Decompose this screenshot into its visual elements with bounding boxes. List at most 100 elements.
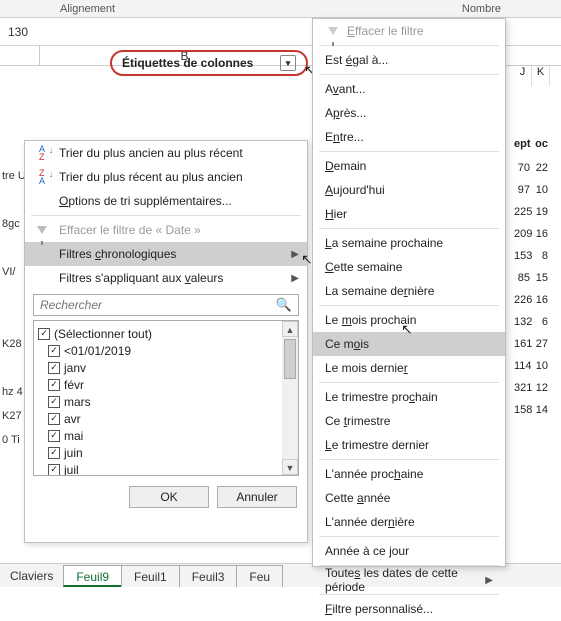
submenu-last-quarter[interactable]: Le trimestre dernier xyxy=(313,433,505,457)
row-header-gutter xyxy=(0,46,40,65)
tree-checkbox-item[interactable]: ✓ févr xyxy=(48,376,294,393)
submenu-this-quarter[interactable]: Ce trimestre xyxy=(313,409,505,433)
column-labels-text: Étiquettes de colonnes xyxy=(122,56,253,70)
checkbox-icon[interactable]: ✓ xyxy=(48,362,60,374)
tree-checkbox-item[interactable]: ✓janv xyxy=(48,359,294,376)
row-label-fragment xyxy=(0,356,24,380)
sheet-tab-active[interactable]: Feuil9 xyxy=(63,565,122,587)
data-row: 15814 xyxy=(514,404,550,426)
submenu-yesterday[interactable]: Hier xyxy=(313,202,505,226)
filter-values-tree[interactable]: ✓(Sélectionner tout)✓<01/01/2019✓janv✓fé… xyxy=(33,320,299,476)
sort-ascending[interactable]: AZ↓ Trier du plus ancien au plus récent xyxy=(25,141,307,165)
scroll-up-icon[interactable]: ▲ xyxy=(282,321,298,337)
tree-item-label: févr xyxy=(64,378,84,392)
submenu-this-year[interactable]: Cette année xyxy=(313,486,505,510)
funnel-clear-icon xyxy=(325,27,341,35)
divider xyxy=(319,459,499,460)
scroll-thumb[interactable] xyxy=(284,339,296,379)
checkbox-icon[interactable]: ✓ xyxy=(48,447,60,459)
cell-value: 6 xyxy=(534,316,550,338)
tree-checkbox-item[interactable]: ✓juin xyxy=(48,444,294,461)
dropdown-arrow-icon[interactable]: ▾ xyxy=(280,55,296,71)
checkbox-icon[interactable]: ✓ xyxy=(48,396,60,408)
data-row: 22616 xyxy=(514,294,550,316)
submenu-between[interactable]: Entre... xyxy=(313,125,505,149)
cell-value: 15 xyxy=(532,272,550,294)
sheet-tab[interactable]: Feuil3 xyxy=(179,565,238,587)
value-filters[interactable]: Filtres s'appliquant aux valeurs ▶ xyxy=(25,266,307,290)
cell-value: 321 xyxy=(514,382,534,404)
tree-checkbox-item[interactable]: ✓juil xyxy=(48,461,294,476)
data-row: 7022 xyxy=(514,162,550,184)
submenu-today[interactable]: Aujourd'hui xyxy=(313,178,505,202)
column-header-J[interactable]: J xyxy=(514,66,532,86)
tree-checkbox-item[interactable]: ✓avr xyxy=(48,410,294,427)
submenu-last-week[interactable]: La semaine dernière xyxy=(313,279,505,303)
divider xyxy=(31,215,301,216)
divider xyxy=(319,305,499,306)
cell-value: 16 xyxy=(534,294,550,316)
submenu-this-month[interactable]: Ce mois xyxy=(313,332,505,356)
cell-value: 70 xyxy=(514,162,532,184)
ribbon-group-number: Nombre xyxy=(462,3,501,15)
checkbox-icon[interactable]: ✓ xyxy=(48,413,60,425)
cell-value: 16 xyxy=(534,228,550,250)
submenu-equals[interactable]: Est égal à... xyxy=(313,48,505,72)
funnel-clear-icon xyxy=(33,221,51,239)
tree-checkbox-item[interactable]: ✓<01/01/2019 xyxy=(48,342,294,359)
ok-button[interactable]: OK xyxy=(129,486,209,508)
divider xyxy=(319,151,499,152)
submenu-next-year[interactable]: L'année prochaine xyxy=(313,462,505,486)
submenu-tomorrow[interactable]: Demain xyxy=(313,154,505,178)
filter-search[interactable]: 🔍 xyxy=(33,294,299,316)
data-row: 1326 xyxy=(514,316,550,338)
date-filters-submenu: Effacer le filtre Est égal à... Avant...… xyxy=(312,18,506,567)
scroll-down-icon[interactable]: ▼ xyxy=(282,459,298,475)
submenu-year-to-date[interactable]: Année à ce jour xyxy=(313,539,505,563)
submenu-next-quarter[interactable]: Le trimestre prochain xyxy=(313,385,505,409)
submenu-custom-filter[interactable]: Filtre personnalisé... xyxy=(313,597,505,621)
sort-za-icon: ZA↓ xyxy=(33,168,51,186)
submenu-before[interactable]: Avant... xyxy=(313,77,505,101)
data-row: 9710 xyxy=(514,184,550,206)
checkbox-icon[interactable]: ✓ xyxy=(38,328,50,340)
submenu-last-month[interactable]: Le mois dernier xyxy=(313,356,505,380)
cell-value: 27 xyxy=(534,338,550,360)
submenu-next-week[interactable]: La semaine prochaine xyxy=(313,231,505,255)
cell-value: 14 xyxy=(534,404,550,426)
date-filters[interactable]: Filtres chronologiques ▶ xyxy=(25,242,307,266)
more-sort-options[interactable]: Options de tri supplémentaires... xyxy=(25,189,307,213)
data-row: 1538 xyxy=(514,250,550,272)
row-label-fragment: K28 xyxy=(0,332,24,356)
submenu-arrow-icon: ▶ xyxy=(291,249,299,260)
row-label-fragment xyxy=(0,140,24,164)
checkbox-icon[interactable]: ✓ xyxy=(48,379,60,391)
column-labels-dropdown[interactable]: Étiquettes de colonnes ▾ xyxy=(110,50,308,76)
checkbox-icon[interactable]: ✓ xyxy=(48,464,60,476)
column-header-K[interactable]: K xyxy=(532,66,550,86)
tree-scrollbar[interactable]: ▲ ▼ xyxy=(282,321,298,475)
submenu-last-year[interactable]: L'année dernière xyxy=(313,510,505,534)
submenu-after[interactable]: Après... xyxy=(313,101,505,125)
divider xyxy=(319,594,499,595)
submenu-arrow-icon: ▶ xyxy=(485,575,493,586)
cancel-button[interactable]: Annuler xyxy=(217,486,297,508)
row-label-fragment: tre U xyxy=(0,164,24,188)
cell-value: 158 xyxy=(514,404,534,426)
sheet-tab[interactable]: Feu xyxy=(236,565,283,587)
submenu-all-dates-period[interactable]: Toutes les dates de cette période ▶ xyxy=(313,568,505,592)
tree-checkbox-item[interactable]: ✓mars xyxy=(48,393,294,410)
submenu-this-week[interactable]: Cette semaine xyxy=(313,255,505,279)
checkbox-icon[interactable]: ✓ xyxy=(48,430,60,442)
sort-descending[interactable]: ZA↓ Trier du plus récent au plus ancien xyxy=(25,165,307,189)
tree-checkbox-item[interactable]: ✓mai xyxy=(48,427,294,444)
divider xyxy=(319,74,499,75)
cell-value: 114 xyxy=(514,360,534,382)
row-label-fragment: 0 Ti xyxy=(0,428,24,452)
cell-value: 153 xyxy=(514,250,534,272)
checkbox-icon[interactable]: ✓ xyxy=(48,345,60,357)
sheet-tab[interactable]: Feuil1 xyxy=(121,565,180,587)
submenu-next-month[interactable]: Le mois prochain xyxy=(313,308,505,332)
tree-checkbox-item[interactable]: ✓(Sélectionner tout) xyxy=(38,325,294,342)
filter-search-input[interactable] xyxy=(40,298,272,312)
